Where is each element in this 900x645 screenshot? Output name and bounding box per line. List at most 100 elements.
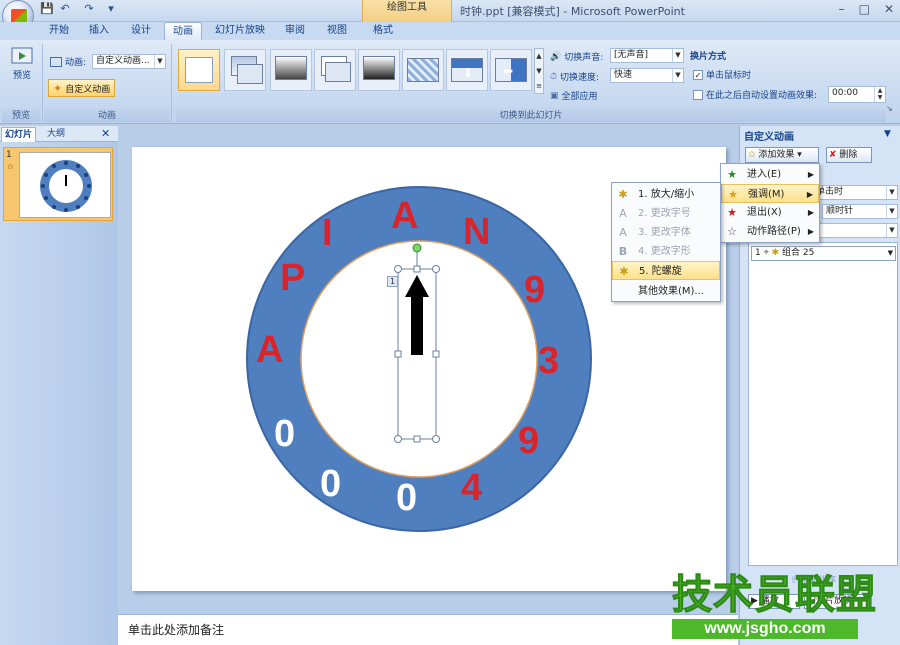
font-icon: A <box>619 226 627 239</box>
minimize-button[interactable]: – <box>839 2 845 16</box>
on-click-option[interactable]: ✓ 单击鼠标时 <box>693 68 751 81</box>
exit-star-icon: ★ <box>727 206 737 219</box>
menu-item-grow-shrink[interactable]: ✱ 1. 放大/缩小 <box>612 185 720 204</box>
gallery-scroll[interactable]: ▲ ▼ ≡ <box>534 48 544 94</box>
transition-wipe-down-thumb[interactable]: ⬇ <box>446 49 488 91</box>
font-style-icon: B <box>618 245 628 258</box>
tab-slideshow[interactable]: 幻灯片放映 <box>210 22 270 40</box>
tab-design[interactable]: 设计 <box>124 22 158 40</box>
transition-dissolve-thumb[interactable] <box>402 49 444 91</box>
remove-button[interactable]: ✘ 删除 <box>826 147 872 163</box>
transition-fade-black-thumb[interactable] <box>270 49 312 91</box>
menu-item-more-effects[interactable]: 其他效果(M)... <box>612 282 720 301</box>
emphasis-submenu: ✱ 1. 放大/缩小 A 2. 更改字号 A 3. 更改字体 B 4. 更改字形 ✱ 5.… <box>611 182 721 302</box>
close-button[interactable]: ✕ <box>884 2 894 16</box>
start-combo[interactable]: 单击时 ▼ <box>812 185 898 200</box>
redo-icon[interactable]: ↷ <box>82 2 96 16</box>
font-size-icon: A <box>619 207 627 220</box>
watermark-logo: 技术员联盟 <box>672 573 877 617</box>
preview-icon <box>11 47 33 64</box>
spin-effect-icon: ✱ <box>771 248 780 258</box>
menu-item-spin[interactable]: ✱ 5. 陀螺旋 <box>612 261 720 280</box>
separator <box>171 44 172 122</box>
tab-home[interactable]: 开始 <box>40 22 78 40</box>
notes-pane[interactable]: 单击此处添加备注 <box>118 614 738 645</box>
direction-combo[interactable]: 顺时针 ▼ <box>822 204 898 219</box>
chevron-down-icon: ▼ <box>887 249 893 257</box>
save-icon[interactable]: 💾 <box>40 2 54 16</box>
add-effect-menu: ★ 进入(E) ▶ ★ 强调(M) ▶ ★ 退出(X) ▶ ☆ 动作路径(P) ▶ <box>720 163 820 243</box>
menu-item-change-font-style: B 4. 更改字形 <box>612 242 720 261</box>
slide-number: 1 <box>6 150 12 160</box>
apply-all-button[interactable]: ▣ 全部应用 <box>550 89 598 103</box>
tab-animation[interactable]: 动画 <box>164 22 202 40</box>
animation-list-number: 1 <box>755 248 761 258</box>
spinner-arrows-icon: ▲ ▼ <box>874 87 885 102</box>
transition-sound-combo[interactable]: [无声音] ▼ <box>610 48 684 63</box>
transition-cut-black-thumb[interactable] <box>358 49 400 91</box>
group-preview-label: 预览 <box>2 108 40 122</box>
clock-letter: A <box>256 329 284 371</box>
transition-none-thumb[interactable] <box>178 49 220 91</box>
transition-cut-thumb[interactable] <box>314 49 356 91</box>
chevron-down-icon: ▼ <box>154 55 165 68</box>
apply-all-icon: ▣ <box>550 90 559 101</box>
window-controls: – □ ✕ <box>839 2 894 16</box>
slide-thumbnail[interactable]: 1 ✩ <box>3 147 113 221</box>
menu-item-motion-path[interactable]: ☆ 动作路径(P) ▶ <box>721 222 819 241</box>
add-effect-button[interactable]: ✩ 添加效果 ▾ <box>745 147 819 163</box>
quick-access-more-icon[interactable]: ▾ <box>104 2 118 16</box>
rotation-handle[interactable] <box>412 243 422 253</box>
tab-slides[interactable]: 幻灯片 <box>1 127 37 142</box>
auto-time-spinner[interactable]: 00:00 ▲ ▼ <box>828 86 886 103</box>
menu-item-entrance[interactable]: ★ 进入(E) ▶ <box>721 165 819 184</box>
undo-icon[interactable]: ↶ <box>58 2 72 16</box>
transition-fade-thumb[interactable] <box>224 49 266 91</box>
speed-icon: ⏱ <box>550 71 558 82</box>
submenu-arrow-icon: ▶ <box>807 227 814 236</box>
context-group-label: 绘图工具 <box>362 0 452 22</box>
clock-letter: A <box>391 195 419 237</box>
tab-review[interactable]: 审阅 <box>278 22 312 40</box>
clock-digit: 0 <box>320 463 342 505</box>
chevron-down-icon: ▼ <box>886 224 897 237</box>
custom-animation-icon: ✦ <box>53 81 63 95</box>
group-animation-label: 动画 <box>44 108 170 122</box>
clock-letter: I <box>322 212 333 254</box>
chevron-down-icon: ▼ <box>886 186 897 199</box>
transition-speed-combo[interactable]: 快速 ▼ <box>610 68 684 83</box>
preview-button[interactable]: 预览 <box>6 46 38 92</box>
mouse-icon: ⌖ <box>763 248 769 258</box>
checkbox-icon <box>693 89 703 100</box>
arrow-left-icon: ⬅ <box>503 64 514 78</box>
custom-animation-button[interactable]: ✦ 自定义动画 <box>48 79 116 97</box>
animation-order-tag[interactable]: 1 <box>387 276 398 287</box>
clock-letter: 9 <box>524 269 546 311</box>
panel-close-icon[interactable]: ✕ <box>98 127 113 142</box>
tab-outline[interactable]: 大纲 <box>44 127 68 142</box>
separator <box>42 44 43 122</box>
animation-list-item[interactable]: 1 ⌖ ✱ 组合 25 ▼ <box>751 246 896 261</box>
animation-combo[interactable]: 自定义动画... ▼ <box>92 54 166 69</box>
window-title: 时钟.ppt [兼容模式] - Microsoft PowerPoint <box>460 5 685 18</box>
clock-letter: P <box>280 257 306 299</box>
pane-menu-icon[interactable]: ▼ <box>884 129 891 139</box>
submenu-arrow-icon: ▶ <box>806 190 813 199</box>
auto-advance-option[interactable]: 在此之后自动设置动画效果: <box>693 88 817 101</box>
clock-letter: N <box>463 211 491 253</box>
chevron-down-icon: ▼ <box>886 205 897 218</box>
pane-title: 自定义动画 <box>744 132 794 143</box>
menu-item-emphasis[interactable]: ★ 强调(M) ▶ <box>721 184 819 203</box>
emphasis-star-icon: ★ <box>728 188 738 201</box>
speed-combo[interactable]: ▼ <box>812 223 898 238</box>
maximize-button[interactable]: □ <box>859 2 870 16</box>
transition-wipe-left-thumb[interactable]: ⬅ <box>490 49 532 91</box>
chevron-down-icon: ▼ <box>672 69 683 82</box>
clock-letter: 4 <box>461 467 483 509</box>
menu-item-exit[interactable]: ★ 退出(X) ▶ <box>721 203 819 222</box>
tab-insert[interactable]: 插入 <box>82 22 116 40</box>
tab-view[interactable]: 视图 <box>320 22 354 40</box>
dialog-launcher-icon[interactable]: ↘ <box>886 104 893 113</box>
checkbox-checked-icon: ✓ <box>693 69 703 80</box>
tab-format[interactable]: 格式 <box>366 22 400 40</box>
